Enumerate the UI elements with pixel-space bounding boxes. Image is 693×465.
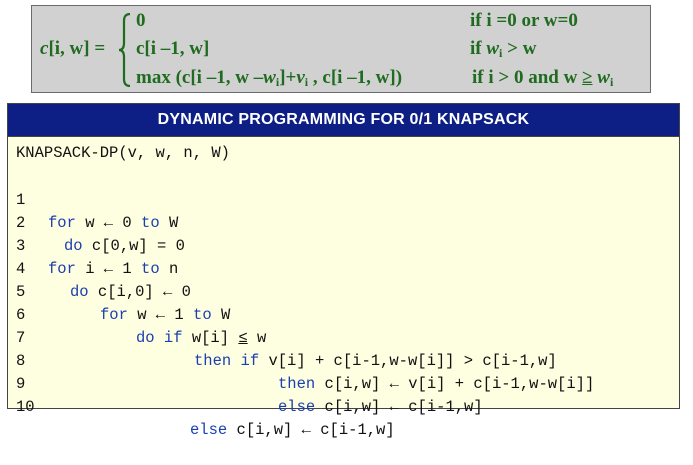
case-2-condition: if wi > w xyxy=(470,38,537,60)
case-3-condition: if i > 0 and w ≥ wi xyxy=(472,67,614,89)
code-statement: do if w[i] ≤ w xyxy=(136,329,267,347)
code-statement: then if v[i] + c[i-1,w-w[i]] > c[i-1,w] xyxy=(194,352,557,370)
code-line: 8 then c[i,w] ← v[i] + c[i-1,w-w[i]] xyxy=(8,327,594,393)
code-line: 2 do c[0,w] = 0 xyxy=(8,189,185,255)
code-statement: else c[i,w] ← c[i-1,w] xyxy=(278,398,483,416)
code-statement: for w ← 0 to W xyxy=(48,214,179,232)
case-1-condition: if i =0 or w=0 xyxy=(470,10,578,31)
code-signature: KNAPSACK-DP(v, w, n, W) xyxy=(16,144,230,162)
code-statement: else c[i,w] ← c[i-1,w] xyxy=(190,421,395,439)
code-line: 7 then if v[i] + c[i-1,w-w[i]] > c[i-1,w… xyxy=(8,304,557,370)
code-statement: for i ← 1 to n xyxy=(48,260,179,278)
code-line: 1 for w ← 0 to W xyxy=(8,166,178,232)
recurrence-formula: c[i, w] = 0 if i =0 or w=0 c[i –1, w] if… xyxy=(31,5,651,93)
code-statement: for w ← 1 to W xyxy=(100,306,231,324)
case-1-value: 0 xyxy=(136,10,146,31)
code-line: 3 for i ← 1 to n xyxy=(8,212,178,278)
code-line: 10 else c[i,w] ← c[i-1,w] xyxy=(8,373,395,439)
algorithm-title: DYNAMIC PROGRAMMING FOR 0/1 KNAPSACK xyxy=(8,104,679,137)
recurrence-lhs: c[i, w] = xyxy=(40,38,106,59)
code-statement: then c[i,w] ← v[i] + c[i-1,w-w[i]] xyxy=(278,375,595,393)
code-line: 4 do c[i,0] ← 0 xyxy=(8,235,191,301)
code-statement: do c[0,w] = 0 xyxy=(64,237,185,255)
code-statement: do c[i,0] ← 0 xyxy=(70,283,191,301)
code-line: 5 for w ← 1 to W xyxy=(8,258,230,324)
code-line: 9 else c[i,w] ← c[i-1,w] xyxy=(8,350,483,416)
case-3-value: max (c[i –1, w –wi]+vi , c[i –1, w]) xyxy=(136,67,403,89)
line-number: 10 xyxy=(16,398,35,416)
algorithm-box: DYNAMIC PROGRAMMING FOR 0/1 KNAPSACK KNA… xyxy=(7,103,680,439)
code-line: 6 do if w[i] ≤ w xyxy=(8,281,266,347)
case-2-value: c[i –1, w] xyxy=(136,38,210,59)
left-brace-icon xyxy=(118,13,131,87)
